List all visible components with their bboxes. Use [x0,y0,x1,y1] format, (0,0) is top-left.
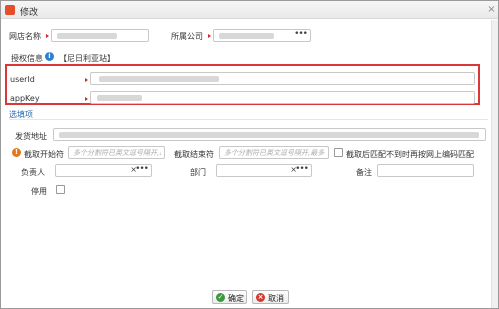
disable-checkbox[interactable] [56,185,65,194]
vertical-scrollbar[interactable] [491,20,498,308]
dept-select[interactable]: × ••• [216,164,312,177]
shop-name-input[interactable] [51,29,149,42]
warning-icon: ! [12,148,21,157]
cancel-button[interactable]: × 取消 [252,290,289,304]
required-marker [208,34,211,38]
section-divider [9,119,488,120]
edit-dialog: 修改 × 网店名称 所属公司 ••• 授权信息 i 【尼日利亚站】 userId… [0,0,499,309]
owner-label: 负责人 [21,168,45,177]
ellipsis-icon[interactable]: ••• [135,164,149,174]
userid-input[interactable] [90,72,475,85]
disable-label: 停用 [31,187,47,196]
ellipsis-icon[interactable]: ••• [294,29,308,39]
ship-address-input[interactable] [53,128,486,141]
cancel-icon: × [256,293,265,302]
check-icon: ✓ [216,293,225,302]
info-icon: i [45,52,54,61]
ok-button[interactable]: ✓ 确定 [212,290,247,304]
start-char-placeholder: 多个分割符已英文逗号隔开,最多 [73,149,161,157]
end-char-label: 截取结束符 [174,150,214,159]
dialog-title: 修改 [20,8,39,18]
dept-label: 部门 [190,168,206,177]
required-marker [85,78,88,82]
close-icon[interactable]: × [486,4,497,15]
match-option-checkbox[interactable] [334,148,343,157]
app-icon [5,5,15,15]
end-char-placeholder: 多个分割符已英文逗号隔开,最多 [224,149,325,157]
remark-input[interactable] [377,164,474,177]
dialog-titlebar: 修改 × [1,1,498,19]
ok-button-label: 确定 [228,294,244,303]
userid-label: userId [10,75,35,84]
required-marker [85,97,88,101]
ellipsis-icon[interactable]: ••• [295,164,309,174]
appkey-label: appKey [10,94,40,103]
auth-platform-label: 【尼日利亚站】 [59,54,115,63]
company-label: 所属公司 [171,32,203,41]
company-select[interactable]: ••• [213,29,311,42]
start-char-input[interactable]: 多个分割符已英文逗号隔开,最多 [68,146,165,159]
remark-label: 备注 [356,168,372,177]
start-char-label: 截取开始符 [24,150,64,159]
end-char-input[interactable]: 多个分割符已英文逗号隔开,最多 [219,146,329,159]
auth-info-label: 授权信息 [11,54,43,63]
match-option-label: 截取后匹配不到时再按网上编码匹配 [346,150,474,159]
required-marker [46,34,49,38]
owner-select[interactable]: × ••• [55,164,152,177]
appkey-input[interactable] [90,91,475,104]
shop-name-label: 网店名称 [9,32,41,41]
ship-address-label: 发货地址 [15,132,47,141]
cancel-button-label: 取消 [268,294,284,303]
